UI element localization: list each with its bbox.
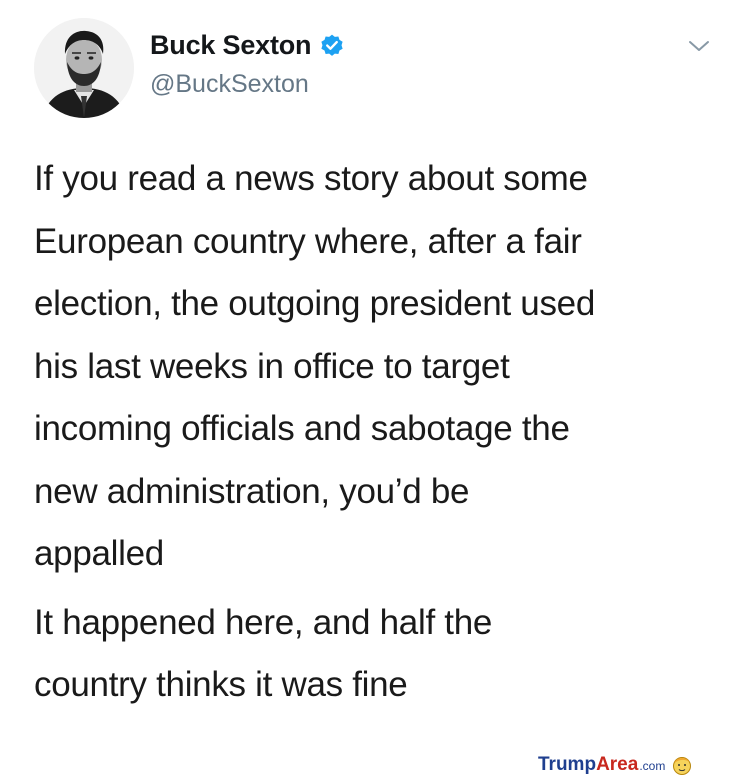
tweet-line: appalled xyxy=(34,534,164,573)
verified-badge-icon xyxy=(319,33,345,59)
tweet-paragraph: It happened here, and half the country t… xyxy=(34,592,724,717)
tweet-paragraph: If you read a news story about some Euro… xyxy=(34,148,724,586)
avatar[interactable] xyxy=(34,18,134,118)
tweet-line: If you read a news story about some xyxy=(34,159,588,198)
author-handle[interactable]: @BuckSexton xyxy=(150,70,309,99)
tweet-line: election, the outgoing president used xyxy=(34,284,595,323)
watermark-text: TrumpArea.com xyxy=(538,754,665,776)
tweet-text: If you read a news story about some Euro… xyxy=(34,148,724,717)
cartoon-face-logo xyxy=(671,754,693,776)
tweet-card: Buck Sexton @BuckSexton If you read a ne… xyxy=(0,0,740,780)
tweet-line: new administration, you’d be xyxy=(34,471,470,511)
tweet-line: It happened here, and half the xyxy=(34,602,493,642)
watermark: TrumpArea.com xyxy=(538,754,693,776)
author-name-row: Buck Sexton xyxy=(150,30,345,61)
tweet-line: country thinks it was fine xyxy=(34,665,408,704)
watermark-part1: Trump xyxy=(538,754,597,775)
watermark-part3: .com xyxy=(639,759,666,773)
profile-photo xyxy=(34,18,134,118)
chevron-down-icon[interactable] xyxy=(686,36,712,56)
tweet-line: incoming officials and sabotage the xyxy=(34,409,570,448)
author-display-name[interactable]: Buck Sexton xyxy=(150,30,312,61)
tweet-line: European country where, after a fair xyxy=(34,221,582,261)
watermark-part2: Area xyxy=(596,754,639,775)
tweet-line: his last weeks in office to target xyxy=(34,346,510,386)
